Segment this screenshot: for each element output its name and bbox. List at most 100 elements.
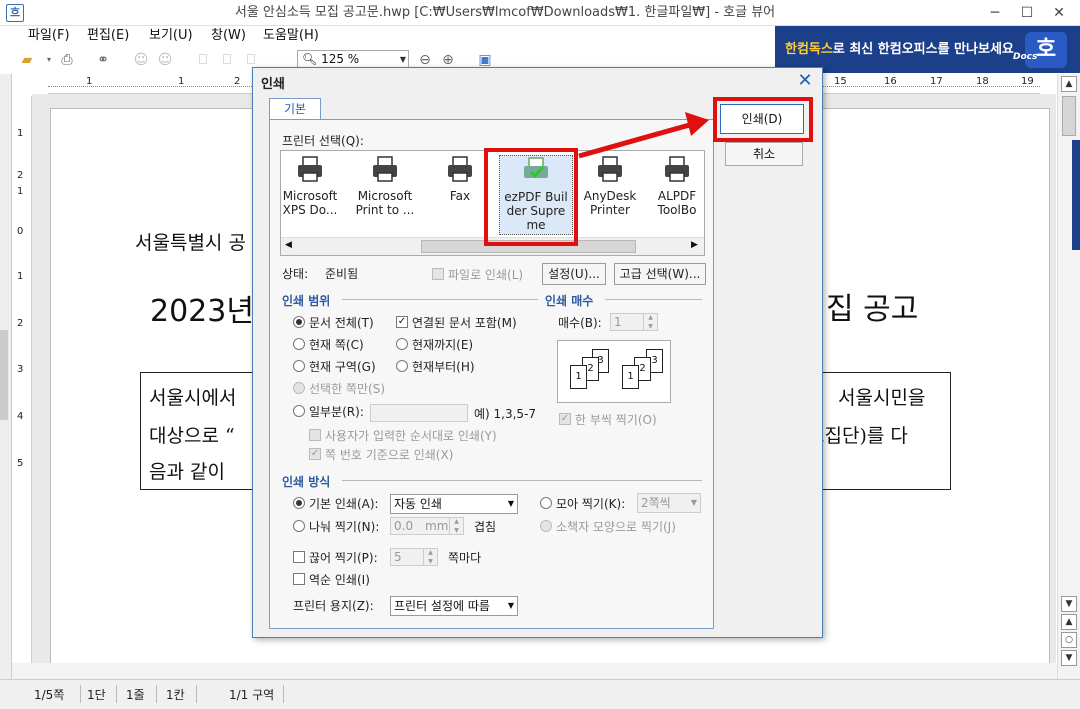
method-split-unit: mm <box>425 519 449 533</box>
menu-edit[interactable]: 편집(E) <box>87 26 129 46</box>
ad-banner[interactable]: 한컴독스로 최신 한컴오피스를 만나보세요 호 Docs <box>775 26 1080 73</box>
zoom-value: 125 % <box>321 52 360 66</box>
method-gather-select[interactable]: 2쪽씩 ▼ <box>637 493 701 513</box>
maximize-button[interactable]: ☐ <box>1012 0 1042 26</box>
range-current-page-radio[interactable] <box>293 338 305 350</box>
ruler-number: 2 <box>234 76 241 87</box>
minimize-button[interactable]: ─ <box>980 0 1010 26</box>
chevron-down-icon: ▼ <box>690 498 697 507</box>
status-page: 1/5쪽 <box>34 688 65 702</box>
red-arrow-icon <box>578 112 709 159</box>
scroll-down-icon[interactable]: ▼ <box>1061 596 1077 612</box>
range-current-section-label: 현재 구역(G) <box>309 360 376 374</box>
copies-input[interactable]: 1 ▲ ▼ <box>610 313 658 331</box>
method-cut-checkbox[interactable] <box>293 551 305 563</box>
range-partial-radio[interactable] <box>293 405 305 417</box>
method-cut-label: 끊어 찍기(P): <box>309 551 378 565</box>
page-up-icon[interactable]: ▲ <box>1061 614 1077 630</box>
printer-icon <box>448 156 472 182</box>
binoculars-icon[interactable]: ⚭ <box>92 50 114 70</box>
range-all-label: 문서 전체(T) <box>309 316 374 330</box>
method-booklet-radio[interactable] <box>540 520 552 532</box>
page-icon[interactable]: ⎕ <box>216 50 238 70</box>
range-from-current-radio[interactable] <box>396 360 408 372</box>
collate-checkbox[interactable]: ✓ <box>559 413 571 425</box>
cut-spinner-icon[interactable]: ▲ ▼ <box>423 548 437 566</box>
range-selected-radio[interactable] <box>293 382 305 394</box>
scroll-left-icon[interactable]: ◀ <box>285 240 292 250</box>
range-to-current-radio[interactable] <box>396 338 408 350</box>
tab-basic[interactable]: 기본 <box>269 98 321 120</box>
method-basic-radio[interactable] <box>293 497 305 509</box>
method-cut-suffix: 쪽마다 <box>448 551 482 565</box>
range-partial-example: 예) 1,3,5-7 <box>474 407 537 421</box>
left-pane-toggle[interactable] <box>0 330 8 420</box>
method-cut-input[interactable]: 5 ▲ ▼ <box>390 548 438 566</box>
method-cut-value: 5 <box>394 550 402 564</box>
paper-label: 프린터 용지(Z): <box>293 599 374 613</box>
method-gather-radio[interactable] <box>540 497 552 509</box>
ruler-number: 18 <box>976 76 989 87</box>
close-window-button[interactable]: ✕ <box>1044 0 1074 26</box>
printer-item[interactable]: Microsoft Print to ... <box>350 155 420 217</box>
open-folder-icon[interactable]: ▰ <box>16 50 38 70</box>
menu-window[interactable]: 창(W) <box>211 26 246 46</box>
user-order-checkbox[interactable] <box>309 429 321 441</box>
menu-view[interactable]: 보기(U) <box>149 26 193 46</box>
print-to-file-checkbox[interactable] <box>432 268 444 280</box>
chevron-down-icon: ▼ <box>507 601 514 610</box>
copies-spinner-icon[interactable]: ▲ ▼ <box>643 313 657 331</box>
horizontal-scrollbar[interactable] <box>12 663 1057 679</box>
advanced-button[interactable]: 고급 선택(W)... <box>614 263 706 285</box>
ruler-number: 15 <box>834 76 847 87</box>
doc-box-text: 서울시민을 <box>838 387 926 409</box>
hancom-logo-icon: 호 <box>1025 32 1067 68</box>
page-prev-icon[interactable]: ⎕ <box>192 50 214 70</box>
ruler-number: 0 <box>17 226 24 237</box>
ruler-number: 1 <box>178 76 185 87</box>
range-linked-checkbox[interactable]: ✓ <box>396 316 408 328</box>
printer-toolbar-icon[interactable]: ⎙ <box>56 50 78 70</box>
user-order-label: 사용자가 입력한 순서대로 인쇄(Y) <box>325 429 497 443</box>
scroll-up-icon[interactable]: ▲ <box>1061 76 1077 92</box>
dialog-close-icon[interactable]: ✕ <box>793 70 817 92</box>
zoom-magnifier-icon: 🔍︎ <box>302 52 318 66</box>
comment2-icon[interactable]: ☺ <box>154 50 176 70</box>
window-title: 서울 안심소득 모집 공고문.hwp [C:₩Users₩lmcof₩Downl… <box>234 5 776 20</box>
paper-select[interactable]: 프린터 설정에 따름 ▼ <box>390 596 518 616</box>
settings-button[interactable]: 설정(U)... <box>542 263 606 285</box>
page-number-checkbox[interactable]: ✓ <box>309 448 321 460</box>
page-select-icon[interactable]: ○ <box>1061 632 1077 648</box>
status-char: 1칸 <box>166 688 185 702</box>
cancel-button[interactable]: 취소 <box>725 142 803 166</box>
menu-help[interactable]: 도움말(H) <box>263 26 319 46</box>
menu-file[interactable]: 파일(F) <box>28 26 70 46</box>
comment-icon[interactable]: ☺ <box>130 50 152 70</box>
printer-icon <box>298 156 322 182</box>
collate-label: 한 부씩 찍기(O) <box>575 413 657 427</box>
method-split-value: 0.0 <box>394 519 414 533</box>
range-current-section-radio[interactable] <box>293 360 305 372</box>
scroll-thumb[interactable] <box>1062 96 1076 136</box>
scroll-right-icon[interactable]: ▶ <box>691 240 698 250</box>
printer-item[interactable]: Microsoft XPS Do... <box>275 155 345 217</box>
print-button[interactable]: 인쇄(D) <box>720 104 804 134</box>
method-split-input[interactable]: 0.0 mm ▲ ▼ <box>390 517 464 535</box>
ad-side-strip <box>1072 140 1080 250</box>
doc-box-text: 음과 같이 <box>149 461 225 483</box>
status-bar: 1/5쪽 1단 1줄 1칸 1/1 구역 <box>0 679 1080 709</box>
ruler-number: 1 <box>17 128 24 139</box>
ruler-number: 16 <box>884 76 897 87</box>
method-reverse-label: 역순 인쇄(I) <box>309 573 370 587</box>
method-reverse-checkbox[interactable] <box>293 573 305 585</box>
split-spinner-icon[interactable]: ▲ ▼ <box>449 517 463 535</box>
page-down-icon[interactable]: ▼ <box>1061 650 1077 666</box>
method-split-radio[interactable] <box>293 520 305 532</box>
doc-box-text: 서울시에서 <box>149 387 237 409</box>
ruler-number: 17 <box>930 76 943 87</box>
range-all-radio[interactable] <box>293 316 305 328</box>
range-partial-input[interactable] <box>370 404 468 422</box>
status-line: 1줄 <box>126 688 145 702</box>
ruler-number: 19 <box>1021 76 1034 87</box>
method-basic-select[interactable]: 자동 인쇄 ▼ <box>390 494 518 514</box>
